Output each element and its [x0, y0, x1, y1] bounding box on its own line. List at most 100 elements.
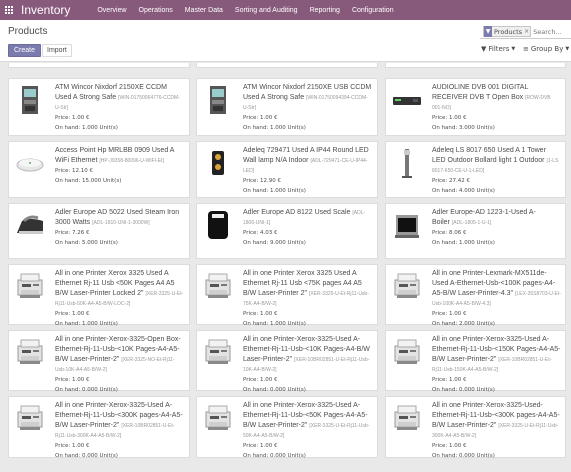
product-name[interactable]: Adler Europe AD 8122 Used Scale	[243, 209, 350, 216]
printer-icon	[391, 336, 423, 368]
product-onhand: On hand: 0.000 Unit(s)	[243, 453, 306, 459]
atm-icon	[14, 84, 46, 116]
kanban-card-product[interactable]: All in one Printer-Xerox-3325-Open Box-E…	[8, 330, 190, 393]
product-info: Access Point Hp MRLBB 0909 Used A WiFi E…	[55, 146, 185, 186]
product-price: Price: 1.00 €	[55, 311, 90, 317]
product-name[interactable]: AUDIOLINE DVB 001 DIGITAL RECEIVER DVB T…	[432, 84, 528, 101]
product-info: All in one Printer-Xerox-3325-Used-Ether…	[432, 401, 561, 461]
product-info: All in one Printer-Xerox-3325-Used A-Eth…	[243, 335, 373, 395]
product-title-block: Adler Europe AD 8122 Used Scale [ADL-1806…	[243, 208, 373, 228]
product-info: ATM Wincor Nixdorf 2150XE CCDM Used A St…	[55, 83, 185, 133]
product-onhand: On hand: 0.000 Unit(s)	[432, 453, 495, 459]
product-info: All in one Printer-Xerox-3325-Used A-Eth…	[55, 401, 185, 461]
caret-down-icon: ▼	[511, 46, 516, 52]
atm-icon	[202, 84, 234, 116]
product-title-block: All in one Printer Xerox 3325 Used A Eth…	[243, 269, 373, 309]
menu-sorting-auditing[interactable]: Sorting and Auditing	[235, 7, 298, 14]
product-onhand: On hand: 1.000 Unit(s)	[432, 240, 495, 246]
filters-label: Filters	[488, 45, 510, 53]
kanban-card-product[interactable]: Adeleq 729471 Used A IP44 Round LED Wall…	[196, 141, 378, 198]
apps-menu-icon[interactable]	[0, 0, 18, 20]
kanban-card-product[interactable]: Adler Europe AD 8122 Used Scale [ADL-1806…	[196, 203, 378, 259]
product-title-block: All in one Printer-Xerox-3325-Used-Ether…	[432, 401, 561, 441]
product-info: All in one Printer Xerox 3325 Used A Eth…	[243, 269, 373, 329]
create-button[interactable]: Create	[8, 44, 42, 57]
kanban-card-product[interactable]: AUDIOLINE DVB 001 DIGITAL RECEIVER DVB T…	[385, 78, 566, 136]
product-onhand: On hand: 9.000 Unit(s)	[243, 240, 306, 246]
groupby-label: Group By	[530, 45, 564, 53]
product-title-block: All in one Printer-Xerox-3325-Used A-Eth…	[243, 401, 373, 441]
facet-label: Products	[494, 27, 523, 36]
product-price: Price: 1.00 €	[432, 443, 467, 449]
product-price: Price: 1.00 €	[55, 443, 90, 449]
remove-facet-icon[interactable]: ×	[524, 28, 530, 35]
menu-operations[interactable]: Operations	[139, 7, 173, 14]
kanban-card-product[interactable]: All in one Printer Xerox 3325 Used A Eth…	[8, 264, 190, 327]
printer-icon	[14, 402, 46, 434]
kanban-card-product[interactable]: All in one Printer-Xerox-3325-Used A-Eth…	[385, 330, 566, 393]
top-navbar: Inventory Overview Operations Master Dat…	[0, 0, 571, 20]
product-code: [ADL-1805-1-U-1]	[451, 220, 492, 226]
kanban-card-partial[interactable]	[385, 63, 566, 68]
kanban-card-product[interactable]: All in one Printer Xerox 3325 Used A Eth…	[196, 264, 378, 327]
product-title-block: All in one Printer-Xerox-3325-Used A-Eth…	[55, 401, 185, 441]
kanban-card-product[interactable]: Adler Europe AD 5022 Used Steam Iron 300…	[8, 203, 190, 259]
import-button[interactable]: Import	[42, 44, 72, 57]
product-info: All in one Printer-Xerox-3325-Used A-Eth…	[432, 335, 561, 395]
control-panel: Products Create Import ▼ Products × ▼ Fi…	[0, 20, 571, 62]
printer-icon	[202, 402, 234, 434]
product-onhand: On hand: 0.000 Unit(s)	[432, 387, 495, 393]
product-onhand: On hand: 4.000 Unit(s)	[432, 188, 495, 194]
product-price: Price: 1.00 €	[432, 115, 467, 121]
kanban-card-product[interactable]: All in one Printer-Xerox-3325-Used A-Eth…	[8, 396, 190, 461]
kanban-card-product[interactable]: All in one Printer-Xerox-3325-Used-Ether…	[385, 396, 566, 461]
product-onhand: On hand: 1.000 Unit(s)	[243, 125, 306, 131]
caret-down-icon: ▼	[565, 46, 570, 52]
product-onhand: On hand: 1.000 Unit(s)	[243, 321, 306, 327]
product-name[interactable]: Adeleq LS 8017 650 Used A 1 Tower LED Ou…	[432, 147, 546, 164]
kanban-card-product[interactable]: Adler Europe-AD 1223-1-Used A-Boiler [ADL…	[385, 203, 566, 259]
product-code: [ADL-1810-UNI-1-3000W]	[92, 220, 150, 226]
menu-overview[interactable]: Overview	[97, 7, 126, 14]
product-price: Price: 1.00 €	[55, 377, 90, 383]
product-title-block: Adeleq LS 8017 650 Used A 1 Tower LED Ou…	[432, 146, 561, 176]
menu-reporting[interactable]: Reporting	[310, 7, 340, 14]
product-price: Price: 1.00 €	[243, 377, 278, 383]
kanban-card-product[interactable]: All in one Printer-Xerox-3325-Used A-Eth…	[196, 330, 378, 393]
menu-master-data[interactable]: Master Data	[185, 7, 223, 14]
layers-icon: ≡	[523, 45, 529, 53]
product-onhand: On hand: 0.000 Unit(s)	[55, 453, 118, 459]
kanban-card-product[interactable]: All in one Printer-Lexmark-MX511de-Used …	[385, 264, 566, 327]
product-price: Price: 1.00 €	[55, 115, 90, 121]
product-price: Price: 4.03 €	[243, 230, 278, 236]
product-price: Price: 1.00 €	[243, 115, 278, 121]
filters-button[interactable]: ▼ Filters ▼	[481, 45, 515, 53]
groupby-button[interactable]: ≡ Group By ▼	[523, 45, 569, 53]
kanban-card-product[interactable]: Access Point Hp MRLBB 0909 Used A WiFi E…	[8, 141, 190, 198]
product-title-block: Access Point Hp MRLBB 0909 Used A WiFi E…	[55, 146, 185, 166]
kanban-card-partial[interactable]	[8, 63, 190, 68]
product-price: Price: 12.10 €	[55, 168, 94, 174]
kanban-card-product[interactable]: All in one Printer-Xerox-3325-Used A-Eth…	[196, 396, 378, 459]
kanban-card-product[interactable]: Adeleq LS 8017 650 Used A 1 Tower LED Ou…	[385, 141, 566, 198]
app-title[interactable]: Inventory	[21, 3, 70, 17]
product-onhand: On hand: 1.000 Unit(s)	[243, 188, 306, 194]
product-onhand: On hand: 3.000 Unit(s)	[432, 125, 495, 131]
search-input[interactable]	[533, 27, 566, 36]
kanban-card-partial[interactable]	[196, 63, 378, 68]
menu-configuration[interactable]: Configuration	[352, 7, 394, 14]
printer-icon	[391, 270, 423, 302]
product-title-block: All in one Printer-Xerox-3325-Used A-Eth…	[243, 335, 373, 375]
kanban-card-product[interactable]: ATM Wincor Nixdorf 2150XE CCDM Used A St…	[8, 78, 190, 136]
product-onhand: On hand: 1.000 Unit(s)	[55, 321, 118, 327]
access-point-icon	[14, 147, 46, 179]
receiver-icon	[391, 84, 423, 116]
product-title-block: Adler Europe AD 5022 Used Steam Iron 300…	[55, 208, 185, 228]
printer-icon	[14, 270, 46, 302]
product-info: Adeleq LS 8017 650 Used A 1 Tower LED Ou…	[432, 146, 561, 196]
product-title-block: ATM Wincor Nixdorf 2150XE USB CCDM Used …	[243, 83, 373, 113]
product-info: AUDIOLINE DVB 001 DIGITAL RECEIVER DVB T…	[432, 83, 561, 133]
product-onhand: On hand: 0.000 Unit(s)	[243, 387, 306, 393]
search-facet[interactable]: ▼ Products ×	[483, 26, 532, 37]
kanban-card-product[interactable]: ATM Wincor Nixdorf 2150XE USB CCDM Used …	[196, 78, 378, 136]
